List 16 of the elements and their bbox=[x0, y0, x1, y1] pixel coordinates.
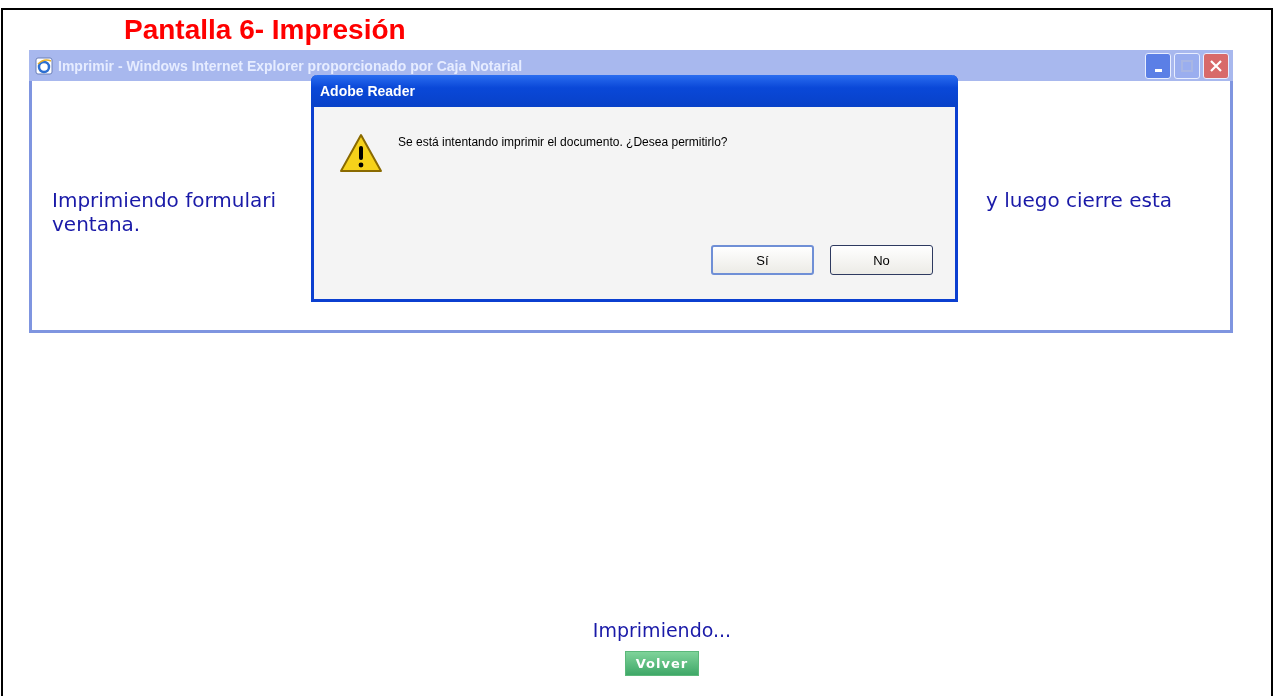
maximize-button[interactable] bbox=[1174, 52, 1200, 79]
browser-icon bbox=[35, 56, 53, 75]
status-text: Imprimiendo... bbox=[592, 619, 732, 641]
close-icon bbox=[1210, 59, 1222, 72]
window-title: Imprimir - Windows Internet Explorer proporcionado por Caja Notarial bbox=[58, 57, 523, 74]
dialog-message: Se está intentando imprimir el documento. ¿Desea permitirlo? bbox=[398, 135, 728, 149]
dialog-button[interactable]: No bbox=[830, 245, 933, 275]
dialog-title: Adobe Reader bbox=[311, 75, 958, 107]
minimize-button[interactable] bbox=[1145, 52, 1171, 79]
minimize-icon bbox=[1154, 69, 1162, 72]
print-message: Imprimiendo formulari bbox=[52, 188, 277, 212]
close-button[interactable] bbox=[1203, 52, 1229, 79]
dialog-button[interactable]: Sí bbox=[711, 245, 814, 275]
print-message: y luego cierre esta bbox=[986, 188, 1172, 212]
document-title: Pantalla 6- Impresión bbox=[123, 13, 407, 47]
print-message: ventana. bbox=[52, 212, 142, 236]
